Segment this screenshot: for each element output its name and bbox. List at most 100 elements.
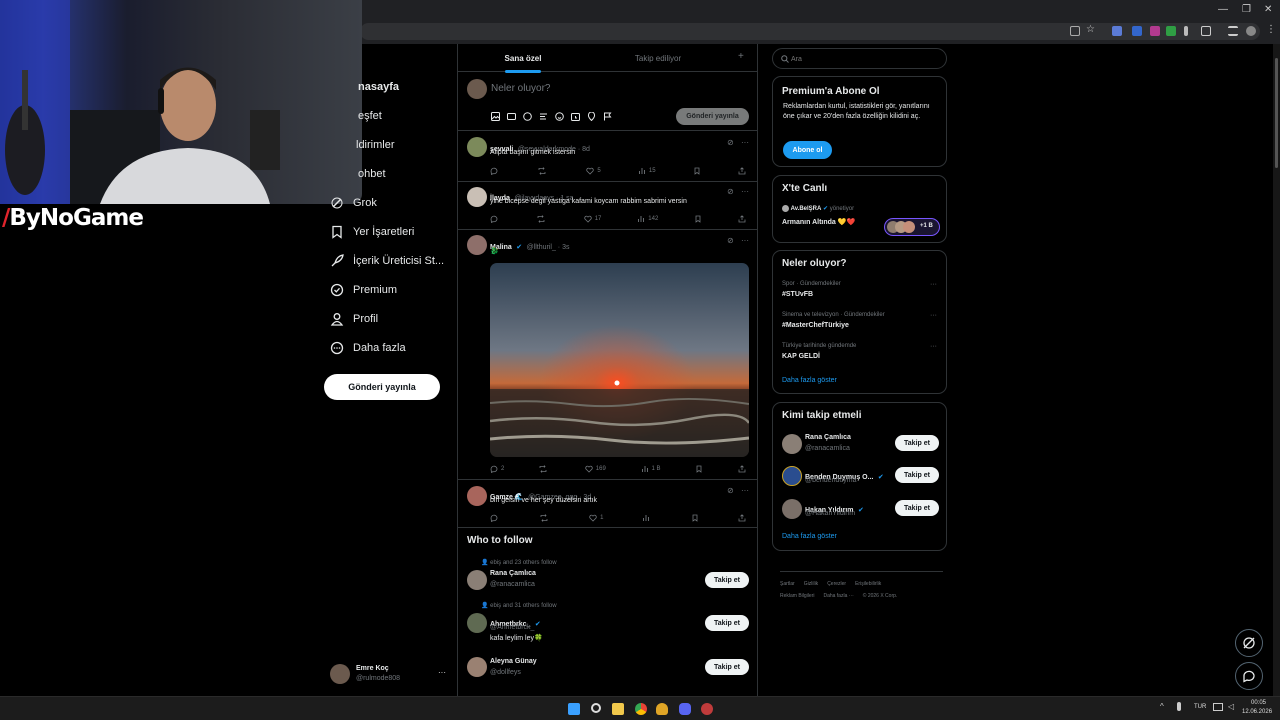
grok-icon[interactable]: ⊘ (727, 187, 734, 196)
nav-home[interactable]: nasayfa (358, 76, 399, 98)
views-button[interactable]: 1 B (641, 464, 661, 474)
install-icon[interactable] (1070, 26, 1080, 36)
like-button[interactable]: 1 (589, 513, 603, 523)
nav-premium[interactable]: Premium (330, 279, 397, 301)
reply-button[interactable]: 2 (490, 464, 504, 474)
bookmark-button[interactable] (691, 513, 699, 523)
follow-button[interactable]: Takip et (895, 435, 939, 451)
footer-link[interactable]: Reklam Bilgileri (780, 593, 814, 599)
follow-button[interactable]: Takip et (895, 467, 939, 483)
maximize-icon[interactable]: ❐ (1242, 4, 1251, 15)
composer-post-button[interactable]: Gönderi yayınla (676, 108, 749, 125)
nav-profile[interactable]: Profil (330, 308, 378, 330)
trend-item[interactable]: Spor · Gündemdekiler #STUvFB ··· (773, 279, 946, 303)
footer-link[interactable]: Daha fazla ··· (823, 593, 853, 599)
show-more-link[interactable]: Daha fazla göster (782, 377, 837, 384)
footer-link[interactable]: Çerezler (827, 581, 846, 587)
flag-icon[interactable] (603, 112, 612, 121)
grok-icon[interactable]: ⊘ (727, 236, 734, 245)
reply-button[interactable] (490, 166, 501, 176)
like-button[interactable]: 5 (586, 166, 601, 176)
share-button[interactable] (738, 464, 746, 474)
subscribe-button[interactable]: Abone ol (783, 141, 832, 159)
microphone-icon[interactable] (1177, 702, 1181, 711)
footer-link[interactable]: Şartlar (780, 581, 795, 587)
menu-kebab-icon[interactable]: ⋮ (1266, 24, 1276, 35)
tweet[interactable]: Gamze 🌊 @Gamzee_ggg · 3d ⊘ ··· biri gels… (458, 480, 757, 528)
suggestion-name[interactable]: Aleyna Günay (490, 658, 537, 665)
location-icon[interactable] (587, 112, 596, 121)
share-button[interactable] (738, 166, 746, 176)
follow-button[interactable]: Takip et (705, 572, 749, 588)
nav-notifications[interactable]: ldirimler (356, 134, 395, 156)
views-button[interactable]: 15 (638, 166, 656, 176)
tweet[interactable]: şevvali @sevvaldarkmode · 8d ⊘ ··· Alipt… (458, 131, 757, 182)
share-button[interactable] (738, 513, 746, 523)
bookmark-button[interactable] (693, 166, 701, 176)
retweet-button[interactable] (539, 464, 550, 474)
bookmark-button[interactable] (695, 464, 703, 474)
tweet[interactable]: İlayda @ilayydaays · 1 sa ⊘ ··· yine bic… (458, 182, 757, 230)
post-button[interactable]: Gönderi yayınla (324, 374, 440, 400)
follow-suggestion[interactable]: 👤 ebiş and 31 others follow Ahmetbrkc_ ✔… (458, 599, 757, 645)
like-button[interactable]: 169 (585, 464, 606, 474)
tab-following[interactable]: Takip ediliyor (588, 44, 728, 72)
composer-input[interactable]: Neler oluyor? (491, 83, 550, 94)
profile-avatar-icon[interactable] (1246, 26, 1256, 36)
retweet-button[interactable] (540, 513, 551, 523)
language-indicator[interactable]: TUR (1194, 704, 1206, 710)
volume-icon[interactable]: ◁ (1228, 702, 1234, 711)
suggestion-name[interactable]: Rana Çamlıca (805, 434, 851, 441)
follow-suggestion[interactable]: Benden Duymuş O... ✔ @bendenduyma Takip … (773, 464, 946, 488)
image-icon[interactable] (491, 112, 500, 121)
grok-icon[interactable]: ⊘ (727, 138, 734, 147)
more-icon[interactable]: ··· (438, 668, 446, 677)
close-window-icon[interactable]: ✕ (1264, 4, 1272, 15)
extension-icon[interactable] (1166, 26, 1176, 36)
retweet-button[interactable] (537, 214, 548, 224)
grok-fab-button[interactable] (1235, 629, 1263, 657)
nav-chat[interactable]: ohbet (358, 163, 386, 185)
network-icon[interactable] (1213, 703, 1223, 711)
more-icon[interactable]: ··· (930, 281, 937, 288)
grok-icon[interactable] (523, 112, 532, 121)
follow-suggestion[interactable]: Aleyna Günay @dollfeys Takip et (458, 652, 757, 682)
footer-link[interactable]: Erişilebilirlik (855, 581, 881, 587)
more-icon[interactable]: ··· (741, 236, 749, 245)
search-input[interactable] (791, 52, 941, 66)
extensions-puzzle-icon[interactable] (1201, 26, 1211, 36)
footer-link[interactable]: Gizlilik (804, 581, 818, 587)
views-button[interactable]: 142 (637, 214, 658, 224)
trend-item[interactable]: Sinema ve televizyon · Gündemdekiler #Ma… (773, 310, 946, 334)
nav-bookmarks[interactable]: Yer İşaretleri (330, 221, 414, 243)
show-more-link[interactable]: Daha fazla göster (782, 533, 837, 540)
page-scrollbar[interactable] (1273, 44, 1280, 696)
grok-icon[interactable]: ⊘ (727, 486, 734, 495)
reading-list-icon[interactable] (1228, 26, 1238, 36)
discord-icon[interactable] (679, 703, 691, 715)
retweet-button[interactable] (538, 166, 549, 176)
more-icon[interactable]: ··· (930, 312, 937, 319)
search-icon[interactable] (591, 703, 601, 713)
live-listeners[interactable]: +1 B (884, 218, 940, 236)
extension-icon[interactable] (1150, 26, 1160, 36)
clock-date[interactable]: 12.06.2026 (1242, 709, 1272, 715)
bookmark-button[interactable] (694, 214, 702, 224)
live-card[interactable]: X'te Canlı Av.BelŞRA ✔ yönetiyor Armanın… (772, 175, 947, 243)
account-switcher[interactable]: Emre Koç @rulmode808 ··· (330, 663, 448, 685)
app-icon[interactable] (656, 703, 668, 715)
tweet-handle[interactable]: @llthuril_ · 3s (527, 244, 570, 251)
app-icon[interactable] (701, 703, 713, 715)
extension-icon[interactable] (1112, 26, 1122, 36)
follow-suggestion[interactable]: Hakan Yıldırım ✔ @HakanYildirim Takip et (773, 497, 946, 521)
messages-fab-button[interactable] (1235, 662, 1263, 690)
emoji-icon[interactable] (555, 112, 564, 121)
gif-icon[interactable] (507, 112, 516, 121)
suggestion-name[interactable]: Rana Çamlıca (490, 570, 536, 577)
share-button[interactable] (738, 214, 746, 224)
more-icon[interactable]: ··· (741, 486, 749, 495)
search-box[interactable] (772, 48, 947, 69)
poll-icon[interactable] (539, 112, 548, 121)
microphone-icon[interactable] (1184, 26, 1188, 36)
extension-icon[interactable] (1132, 26, 1142, 36)
